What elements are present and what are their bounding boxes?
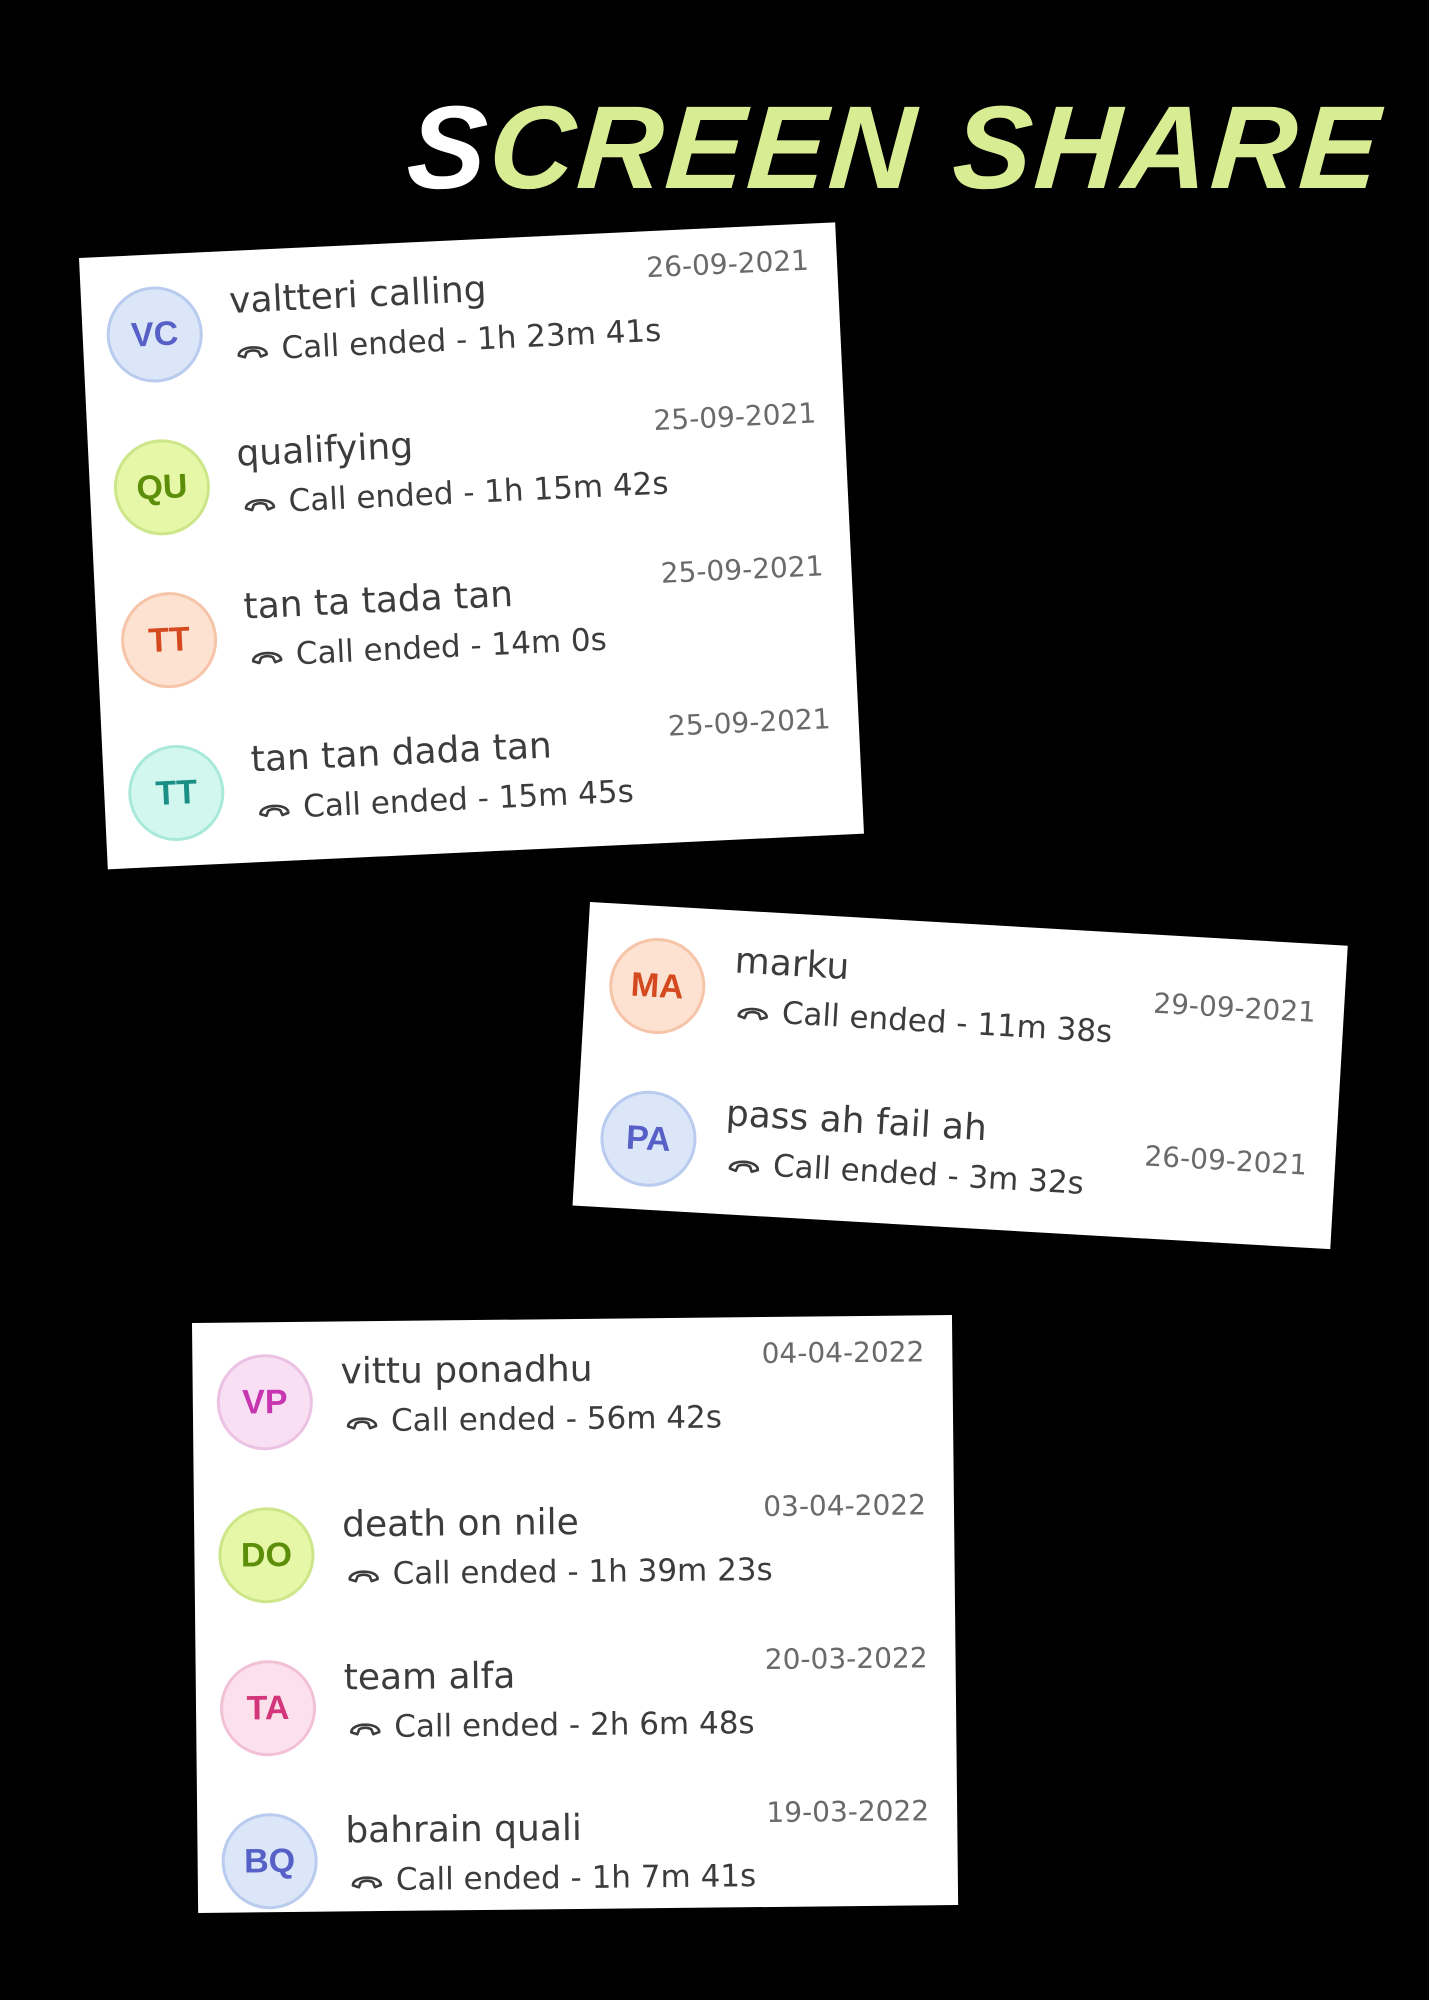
call-row[interactable]: VP vittu ponadhu Call ended - 56m 42s 04… (192, 1315, 954, 1476)
call-status-text: Call ended - 11m 38s (780, 995, 1114, 1051)
call-status: Call ended - 11m 38s (735, 993, 1114, 1051)
phone-hangup-icon (350, 1870, 384, 1890)
phone-hangup-icon (235, 339, 270, 361)
phone-hangup-icon (345, 1411, 379, 1431)
avatar: VC (104, 284, 205, 385)
headline-first-letter: S (403, 82, 495, 214)
call-name: marku (733, 940, 851, 988)
phone-hangup-icon (735, 1001, 770, 1023)
call-date: 25-09-2021 (652, 396, 817, 438)
call-date: 19-03-2022 (766, 1794, 930, 1830)
call-date: 29-09-2021 (1152, 986, 1317, 1029)
headline-title: SCREEN SHARE (404, 80, 1387, 216)
call-name: vittu ponadhu (340, 1348, 593, 1393)
call-status: Call ended - 3m 32s (726, 1145, 1085, 1202)
avatar: TT (126, 742, 227, 844)
avatar: DO (217, 1506, 315, 1604)
avatar: QU (111, 437, 213, 538)
phone-hangup-icon (347, 1564, 381, 1584)
call-status-text: Call ended - 1h 15m 42s (287, 465, 670, 520)
call-date: 04-04-2022 (761, 1335, 925, 1371)
call-name: qualifying (235, 425, 414, 475)
call-name: death on nile (341, 1501, 580, 1546)
avatar: PA (597, 1088, 700, 1190)
call-status: Call ended - 1h 7m 41s (350, 1858, 757, 1898)
call-status-text: Call ended - 1h 7m 41s (395, 1858, 757, 1898)
call-row[interactable]: BQ bahrain quali Call ended - 1h 7m 41s … (197, 1774, 959, 1935)
call-status-text: Call ended - 56m 42s (390, 1399, 723, 1439)
call-name: pass ah fail ah (724, 1093, 989, 1150)
call-date: 26-09-2021 (645, 243, 810, 285)
phone-hangup-icon (257, 798, 292, 820)
call-status: Call ended - 1h 23m 41s (235, 313, 662, 369)
call-status-text: Call ended - 3m 32s (772, 1148, 1085, 1202)
call-list-card-2: MA marku Call ended - 11m 38s 29-09-2021… (572, 902, 1348, 1250)
call-status-text: Call ended - 15m 45s (302, 773, 635, 826)
call-row[interactable]: DO death on nile Call ended - 1h 39m 23s… (194, 1468, 956, 1629)
call-status: Call ended - 1h 39m 23s (346, 1551, 773, 1592)
avatar: TT (118, 589, 220, 691)
call-status: Call ended - 14m 0s (249, 621, 608, 675)
avatar: TA (219, 1659, 317, 1757)
call-date: 03-04-2022 (763, 1488, 927, 1524)
avatar: VP (216, 1353, 314, 1451)
headline-rest: CREEN SHARE (485, 82, 1387, 214)
call-status: Call ended - 15m 45s (256, 773, 634, 827)
call-list-card-1: VC valtteri calling Call ended - 1h 23m … (79, 222, 864, 870)
call-status-text: Call ended - 2h 6m 48s (394, 1705, 755, 1745)
call-date: 25-09-2021 (667, 702, 832, 743)
call-status: Call ended - 1h 15m 42s (242, 466, 669, 522)
call-date: 25-09-2021 (659, 549, 825, 590)
call-status-text: Call ended - 14m 0s (295, 621, 608, 673)
call-status: Call ended - 2h 6m 48s (348, 1705, 755, 1745)
phone-hangup-icon (249, 645, 284, 667)
phone-hangup-icon (348, 1717, 382, 1737)
call-list-card-3: VP vittu ponadhu Call ended - 56m 42s 04… (192, 1315, 959, 1913)
call-status: Call ended - 56m 42s (345, 1399, 722, 1439)
call-name: tan tan dada tan (249, 725, 553, 781)
call-name: valtteri calling (228, 268, 488, 322)
call-status-text: Call ended - 1h 23m 41s (280, 312, 663, 367)
avatar: MA (606, 935, 708, 1037)
call-name: tan ta tada tan (242, 573, 514, 628)
call-status-text: Call ended - 1h 39m 23s (392, 1551, 773, 1592)
phone-hangup-icon (727, 1153, 762, 1175)
call-name: bahrain quali (345, 1807, 583, 1852)
call-name: team alfa (343, 1655, 516, 1699)
call-row[interactable]: TA team alfa Call ended - 2h 6m 48s 20-0… (195, 1621, 957, 1782)
call-date: 20-03-2022 (764, 1641, 928, 1677)
phone-hangup-icon (242, 492, 277, 514)
avatar: BQ (221, 1812, 319, 1910)
call-date: 26-09-2021 (1143, 1139, 1308, 1182)
